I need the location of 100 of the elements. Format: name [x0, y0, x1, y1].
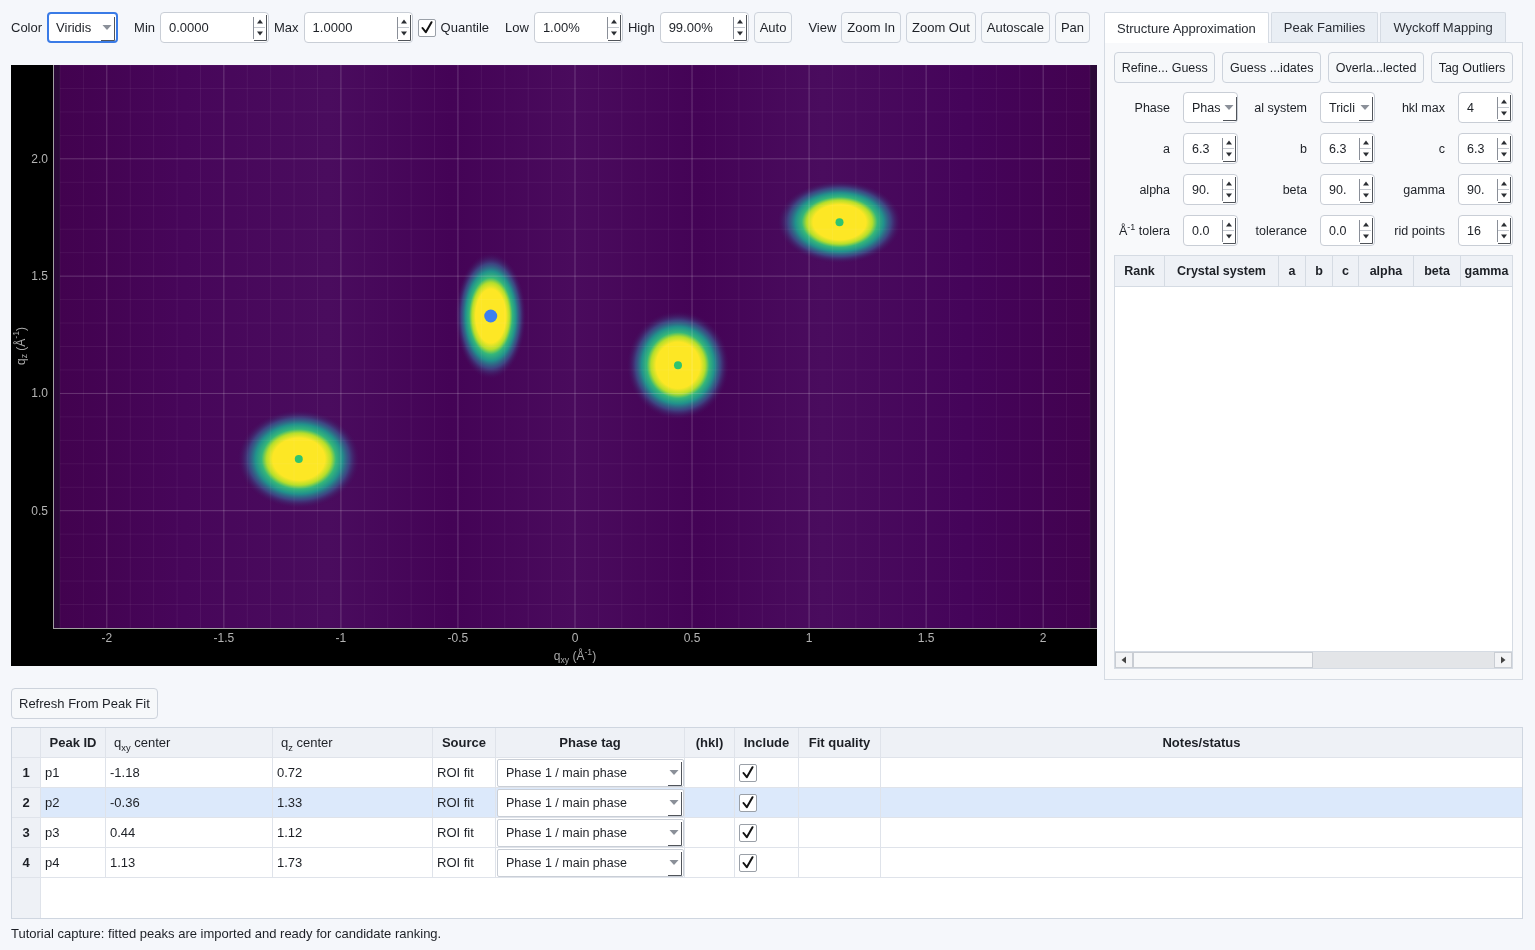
checkbox[interactable] [417, 18, 436, 37]
column-header[interactable]: alpha [1359, 256, 1414, 286]
stepper-icon[interactable] [732, 14, 747, 41]
toolbar-button[interactable]: Autoscale [980, 12, 1050, 43]
row-number: 3 [12, 818, 41, 848]
tab[interactable]: Peak Families [1270, 12, 1379, 42]
table-row[interactable]: 2 p2 -0.36 1.33 ROI fit Phase 1 / main phase [12, 788, 1522, 818]
action-button[interactable]: Overla...lected [1328, 52, 1424, 83]
stepper-icon[interactable] [1359, 217, 1373, 244]
column-header[interactable]: Rank [1115, 256, 1165, 286]
spin-field[interactable]: 0.0 [1320, 215, 1375, 246]
dropdown[interactable]: Phase 1 / main phase [497, 818, 684, 847]
spin-field[interactable]: 90. [1458, 174, 1513, 205]
spin-field[interactable]: 90. [1320, 174, 1375, 205]
spin-field[interactable]: 0.0 [1183, 215, 1238, 246]
tick-label: -1 [335, 631, 347, 645]
toolbar-button[interactable]: Pan [1054, 12, 1091, 43]
table-row[interactable]: 1 p1 -1.18 0.72 ROI fit Phase 1 / main phase [12, 758, 1522, 788]
spin-field[interactable]: 1.0000 [303, 12, 413, 43]
column-header[interactable]: beta [1414, 256, 1461, 286]
dropdown[interactable]: Phase 1 / main phase [497, 758, 684, 787]
check-icon [742, 826, 754, 839]
stepper-icon[interactable] [1497, 217, 1511, 244]
dropdown[interactable]: Tricli [1320, 92, 1375, 123]
stepper-icon[interactable] [1222, 135, 1236, 162]
spin-field[interactable]: 6.3 [1320, 133, 1375, 164]
field-label: Max [274, 20, 299, 35]
check-icon [742, 766, 754, 779]
column-header[interactable]: Crystal system [1165, 256, 1279, 286]
column-header[interactable]: a [1279, 256, 1306, 286]
action-button[interactable]: Refine... Guess [1114, 52, 1216, 83]
tick-label: 2 [1039, 631, 1047, 645]
caret-icon[interactable] [666, 789, 682, 816]
row-number: 2 [12, 788, 41, 818]
spin-field[interactable]: 4 [1458, 92, 1513, 123]
tick-label: -0.5 [447, 631, 469, 645]
spin-field[interactable]: 6.3 [1183, 133, 1238, 164]
refresh-button[interactable]: Refresh From Peak Fit [11, 688, 158, 719]
spin-field[interactable]: 16 [1458, 215, 1513, 246]
dropdown[interactable]: Phase 1 / main phase [497, 848, 684, 877]
tab[interactable]: Wyckoff Mapping [1380, 12, 1506, 42]
field-label: tolerance [1255, 223, 1307, 238]
dropdown[interactable]: Phas [1183, 92, 1238, 123]
stepper-icon[interactable] [1497, 94, 1511, 121]
stepper-icon[interactable] [1222, 176, 1236, 203]
spin-field[interactable]: 99.00% [659, 12, 749, 43]
stepper-icon[interactable] [1497, 135, 1511, 162]
checkbox[interactable] [739, 853, 757, 872]
action-button[interactable]: Tag Outliers [1431, 52, 1513, 83]
axis-title: q$_{xy}$ (Å$^{-1}$) [553, 648, 597, 663]
stepper-icon[interactable] [1222, 217, 1236, 244]
action-button[interactable]: Guess ...idates [1222, 52, 1322, 83]
caret-icon[interactable] [666, 819, 682, 846]
spin-field[interactable]: 0.0000 [160, 12, 270, 43]
column-header[interactable]: c [1333, 256, 1359, 286]
caret-icon[interactable] [99, 14, 116, 41]
toolbar-button[interactable]: Auto [753, 12, 793, 43]
checkbox[interactable] [739, 793, 757, 812]
tick-label: -2 [101, 631, 113, 645]
caret-icon[interactable] [1357, 94, 1373, 121]
table-row[interactable]: 4 p4 1.13 1.73 ROI fit Phase 1 / main phase [12, 848, 1522, 878]
table-row[interactable]: 3 p3 0.44 1.12 ROI fit Phase 1 / main phase [12, 818, 1522, 848]
stepper-icon[interactable] [253, 14, 268, 41]
caret-icon[interactable] [1220, 94, 1237, 121]
spin-field[interactable]: 90. [1183, 174, 1238, 205]
field-label: hkl max [1401, 100, 1445, 115]
stepper-icon[interactable] [396, 14, 411, 41]
scrollbar[interactable] [1115, 651, 1512, 668]
toolbar-button[interactable]: Zoom Out [906, 12, 976, 43]
caret-icon[interactable] [666, 759, 682, 786]
dropdown[interactable]: Phase 1 / main phase [497, 788, 684, 817]
checkbox[interactable] [739, 763, 757, 782]
table-cell: 1.13 [106, 848, 273, 878]
check-icon [742, 796, 754, 809]
field-label: b [1300, 141, 1307, 156]
field-label: beta [1282, 182, 1307, 197]
toolbar-button[interactable]: Zoom In [841, 12, 901, 43]
column-header[interactable]: gamma [1461, 256, 1512, 286]
field-label: High [627, 20, 655, 35]
stepper-icon[interactable] [1497, 176, 1511, 203]
stepper-icon[interactable] [1359, 135, 1373, 162]
stepper-icon[interactable] [1359, 176, 1373, 203]
checkbox[interactable] [739, 823, 757, 842]
row-number: 4 [12, 848, 41, 878]
spin-field[interactable]: 6.3 [1458, 133, 1513, 164]
field-label: a [1163, 141, 1170, 156]
tick-label: 1.0 [31, 386, 48, 401]
dropdown[interactable]: Viridis [47, 12, 119, 43]
field-label: Phase [1134, 100, 1170, 115]
column-header[interactable]: b [1306, 256, 1333, 286]
field-label: alpha [1139, 182, 1170, 197]
field-label: Min [134, 20, 156, 35]
table-cell: ROI fit [433, 848, 496, 878]
spin-field[interactable]: 1.00% [533, 12, 623, 43]
tick-label: 0 [571, 631, 579, 645]
stepper-icon[interactable] [606, 14, 621, 41]
caret-icon[interactable] [666, 849, 682, 876]
field-label: al system [1254, 100, 1307, 115]
scrollbar-thumb[interactable] [1133, 652, 1313, 668]
tab[interactable]: Structure Approximation [1104, 12, 1269, 43]
